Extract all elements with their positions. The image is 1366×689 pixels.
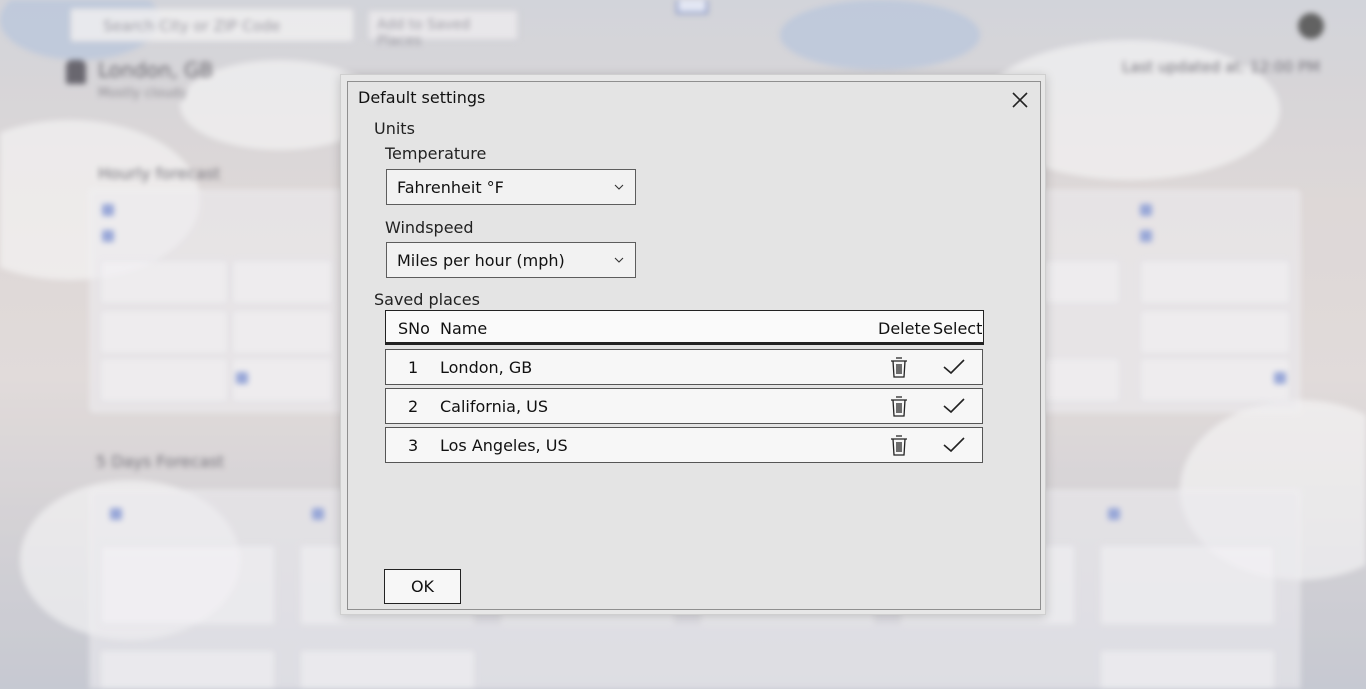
row-sno: 2 xyxy=(408,397,419,416)
windspeed-dropdown[interactable]: Miles per hour (mph) xyxy=(386,242,636,278)
chevron-down-icon xyxy=(614,257,624,263)
saved-places-label: Saved places xyxy=(374,290,480,309)
column-select: Select xyxy=(933,319,983,338)
trash-icon xyxy=(891,357,907,378)
settings-dialog: Default settings Units Temperature Fahre… xyxy=(347,81,1041,610)
delete-button[interactable] xyxy=(886,393,912,419)
column-name: Name xyxy=(440,319,488,338)
trash-icon xyxy=(891,435,907,456)
select-button[interactable] xyxy=(941,432,967,458)
checkmark-icon xyxy=(943,398,965,414)
row-name: London, GB xyxy=(440,358,533,377)
row-name: Los Angeles, US xyxy=(440,436,568,455)
temperature-dropdown[interactable]: Fahrenheit °F xyxy=(386,169,636,205)
table-row: 2 California, US xyxy=(385,388,983,424)
table-row: 1 London, GB xyxy=(385,349,983,385)
dialog-title: Default settings xyxy=(358,88,486,107)
windspeed-label: Windspeed xyxy=(385,218,474,237)
temperature-value: Fahrenheit °F xyxy=(397,178,504,197)
checkmark-icon xyxy=(943,437,965,453)
checkmark-icon xyxy=(943,359,965,375)
trash-icon xyxy=(891,396,907,417)
delete-button[interactable] xyxy=(886,354,912,380)
saved-places-header: SNo Name Delete Select xyxy=(385,310,984,345)
row-sno: 3 xyxy=(408,436,419,455)
chevron-down-icon xyxy=(614,184,624,190)
column-sno: SNo xyxy=(398,319,430,338)
column-delete: Delete xyxy=(878,319,931,338)
temperature-label: Temperature xyxy=(385,144,487,163)
row-name: California, US xyxy=(440,397,549,416)
settings-dialog-frame: Default settings Units Temperature Fahre… xyxy=(340,74,1046,615)
ok-button[interactable]: OK xyxy=(384,569,461,604)
row-sno: 1 xyxy=(408,358,419,377)
select-button[interactable] xyxy=(941,354,967,380)
windspeed-value: Miles per hour (mph) xyxy=(397,251,565,270)
close-icon xyxy=(1012,92,1028,108)
table-row: 3 Los Angeles, US xyxy=(385,427,983,463)
units-label: Units xyxy=(374,119,415,138)
select-button[interactable] xyxy=(941,393,967,419)
close-button[interactable] xyxy=(1006,86,1034,114)
delete-button[interactable] xyxy=(886,432,912,458)
